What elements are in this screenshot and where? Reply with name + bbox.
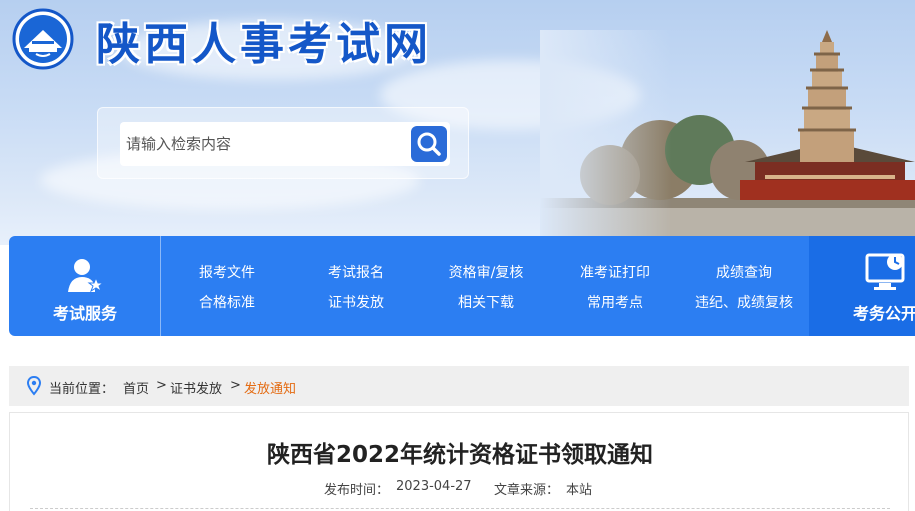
breadcrumb-prefix: 当前位置：: [49, 382, 115, 397]
search-icon: [417, 132, 441, 156]
site-title[interactable]: 陕西人事考试网: [96, 8, 432, 72]
divider: [30, 508, 890, 509]
search-panel: [97, 107, 469, 179]
exam-services-label: 考试服务: [52, 304, 117, 323]
pagoda-scene-image: [540, 30, 915, 245]
nav-link-certificate-issue[interactable]: 证书发放: [291, 292, 421, 312]
nav-link-exam-registration[interactable]: 考试报名: [291, 262, 421, 282]
search-box: [120, 122, 450, 166]
location-pin-icon: [27, 376, 41, 396]
nav-link-admission-print[interactable]: 准考证打印: [550, 262, 680, 282]
nav-link-qualification-review[interactable]: 资格审/复核: [421, 262, 551, 282]
nav-link-score-query[interactable]: 成绩查询: [679, 262, 809, 282]
header-banner: 陕西人事考试网: [0, 0, 915, 245]
article-title: 陕西省2022年统计资格证书领取通知: [266, 442, 653, 468]
user-star-icon: [68, 259, 105, 293]
nav-link-test-centers[interactable]: 常用考点: [550, 292, 680, 312]
search-input[interactable]: [126, 128, 406, 160]
site-logo-icon[interactable]: [12, 8, 74, 70]
breadcrumb-certificate-issue[interactable]: 证书发放: [170, 378, 222, 397]
monitor-clock-icon: [865, 253, 905, 290]
breadcrumb-home[interactable]: 首页: [123, 378, 149, 397]
source-value: 本站: [566, 483, 593, 498]
breadcrumb-separator: >: [156, 378, 167, 393]
breadcrumb-current[interactable]: 发放通知: [244, 378, 296, 397]
exam-services-section[interactable]: 考试服务: [9, 236, 161, 336]
publish-label: 发布时间：: [324, 483, 390, 498]
nav-link-downloads[interactable]: 相关下载: [421, 292, 551, 312]
nav-link-violation-review[interactable]: 违纪、成绩复核: [679, 292, 809, 312]
breadcrumb: 当前位置： 首页 > 证书发放 > 发放通知: [9, 366, 909, 406]
publish-date: 2023-04-27: [396, 479, 472, 494]
breadcrumb-separator: >: [230, 378, 241, 393]
source-label: 文章来源：: [494, 483, 560, 498]
search-button[interactable]: [411, 126, 447, 162]
nav-link-registration-docs[interactable]: 报考文件: [162, 262, 292, 282]
nav-link-pass-standard[interactable]: 合格标准: [162, 292, 292, 312]
exam-affairs-section[interactable]: 考务公开: [809, 236, 915, 336]
article-panel: 陕西省2022年统计资格证书领取通知 发布时间： 2023-04-27 文章来源…: [9, 412, 909, 511]
main-nav: 考试服务 报考文件 考试报名 资格审/复核 准考证打印 成绩查询 合格标准 证书…: [9, 236, 915, 336]
exam-affairs-label: 考务公开: [853, 304, 915, 323]
